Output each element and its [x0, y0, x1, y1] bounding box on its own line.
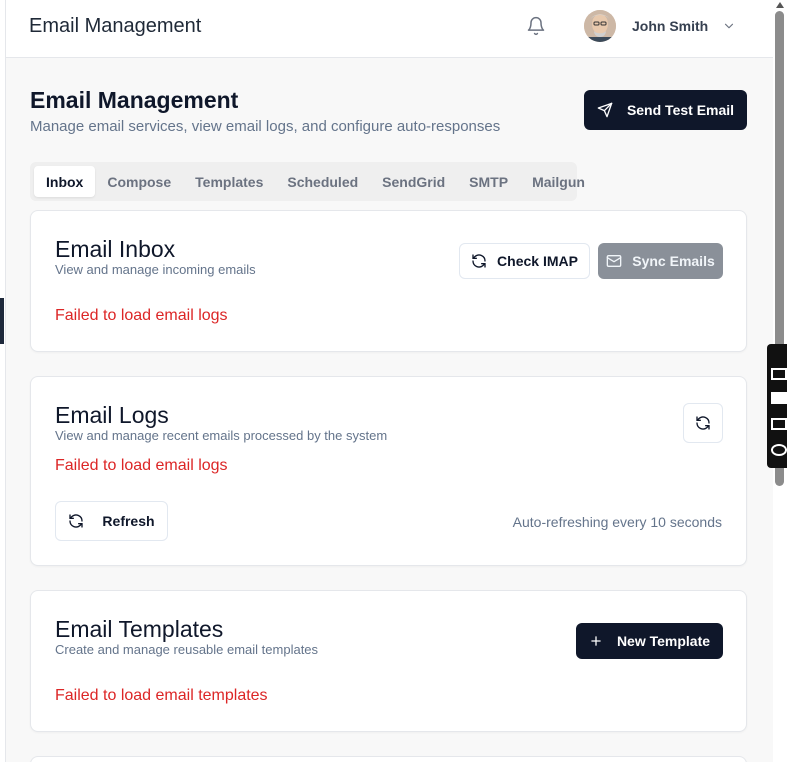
app-window: Email Management John Smith Email Manage… [6, 0, 773, 762]
user-menu[interactable]: John Smith [584, 9, 736, 43]
sync-emails-label: Sync Emails [632, 253, 715, 269]
scroll-up-arrow-icon[interactable] [776, 2, 784, 8]
logs-error-message: Failed to load email logs [55, 457, 228, 474]
chevron-down-icon [722, 19, 736, 33]
send-test-email-label: Send Test Email [626, 102, 735, 118]
refresh-icon [68, 513, 84, 529]
tab-templates[interactable]: Templates [183, 166, 275, 197]
templates-error-message: Failed to load email templates [55, 687, 268, 704]
refresh-label: Refresh [102, 513, 155, 529]
tab-list: Inbox Compose Templates Scheduled SendGr… [30, 162, 585, 201]
next-card [30, 756, 747, 762]
tab-smtp[interactable]: SMTP [457, 166, 520, 197]
left-panel-marker [0, 298, 4, 344]
email-templates-card: Email Templates Create and manage reusab… [30, 590, 747, 732]
camera-icon[interactable] [771, 368, 787, 380]
sync-emails-button[interactable]: Sync Emails [598, 243, 723, 279]
mail-icon [606, 253, 622, 269]
page-subtitle: Manage email services, view email logs, … [30, 118, 501, 135]
email-templates-subtitle: Create and manage reusable email templat… [55, 642, 319, 657]
new-template-label: New Template [616, 633, 711, 649]
auto-refresh-status: Auto-refreshing every 10 seconds [512, 514, 722, 530]
refresh-button[interactable]: Refresh [55, 501, 168, 541]
new-template-button[interactable]: New Template [576, 623, 723, 659]
tab-compose[interactable]: Compose [95, 166, 183, 197]
email-logs-card: Email Logs View and manage recent emails… [30, 376, 747, 566]
send-test-email-button[interactable]: Send Test Email [584, 90, 747, 130]
plus-icon [589, 634, 603, 648]
tab-scheduled[interactable]: Scheduled [275, 166, 370, 197]
tab-inbox[interactable]: Inbox [34, 166, 96, 197]
gear-icon[interactable] [771, 444, 787, 456]
email-inbox-card: Email Inbox View and manage incoming ema… [30, 210, 747, 352]
check-imap-button[interactable]: Check IMAP [459, 243, 590, 279]
app-title: Email Management [29, 15, 202, 37]
top-bar: Email Management John Smith [6, 0, 773, 58]
email-templates-title: Email Templates [55, 616, 224, 642]
send-icon [597, 102, 613, 118]
refresh-icon [471, 253, 487, 269]
page-title: Email Management [30, 87, 239, 113]
logs-refresh-icon-button[interactable] [683, 403, 723, 443]
tab-sendgrid[interactable]: SendGrid [370, 166, 457, 197]
inbox-error-message: Failed to load email logs [55, 307, 228, 324]
tab-mailgun[interactable]: Mailgun [520, 166, 597, 197]
avatar [584, 10, 616, 42]
video-icon[interactable] [771, 392, 787, 404]
bell-icon[interactable] [526, 16, 546, 36]
refresh-icon [695, 415, 711, 431]
email-logs-subtitle: View and manage recent emails processed … [55, 428, 388, 443]
window-icon[interactable] [771, 418, 787, 430]
side-toolbar-widget[interactable] [767, 344, 787, 468]
check-imap-label: Check IMAP [497, 253, 578, 269]
email-inbox-subtitle: View and manage incoming emails [55, 262, 256, 277]
user-name: John Smith [632, 18, 709, 34]
email-logs-title: Email Logs [55, 402, 169, 428]
email-inbox-title: Email Inbox [55, 236, 176, 262]
